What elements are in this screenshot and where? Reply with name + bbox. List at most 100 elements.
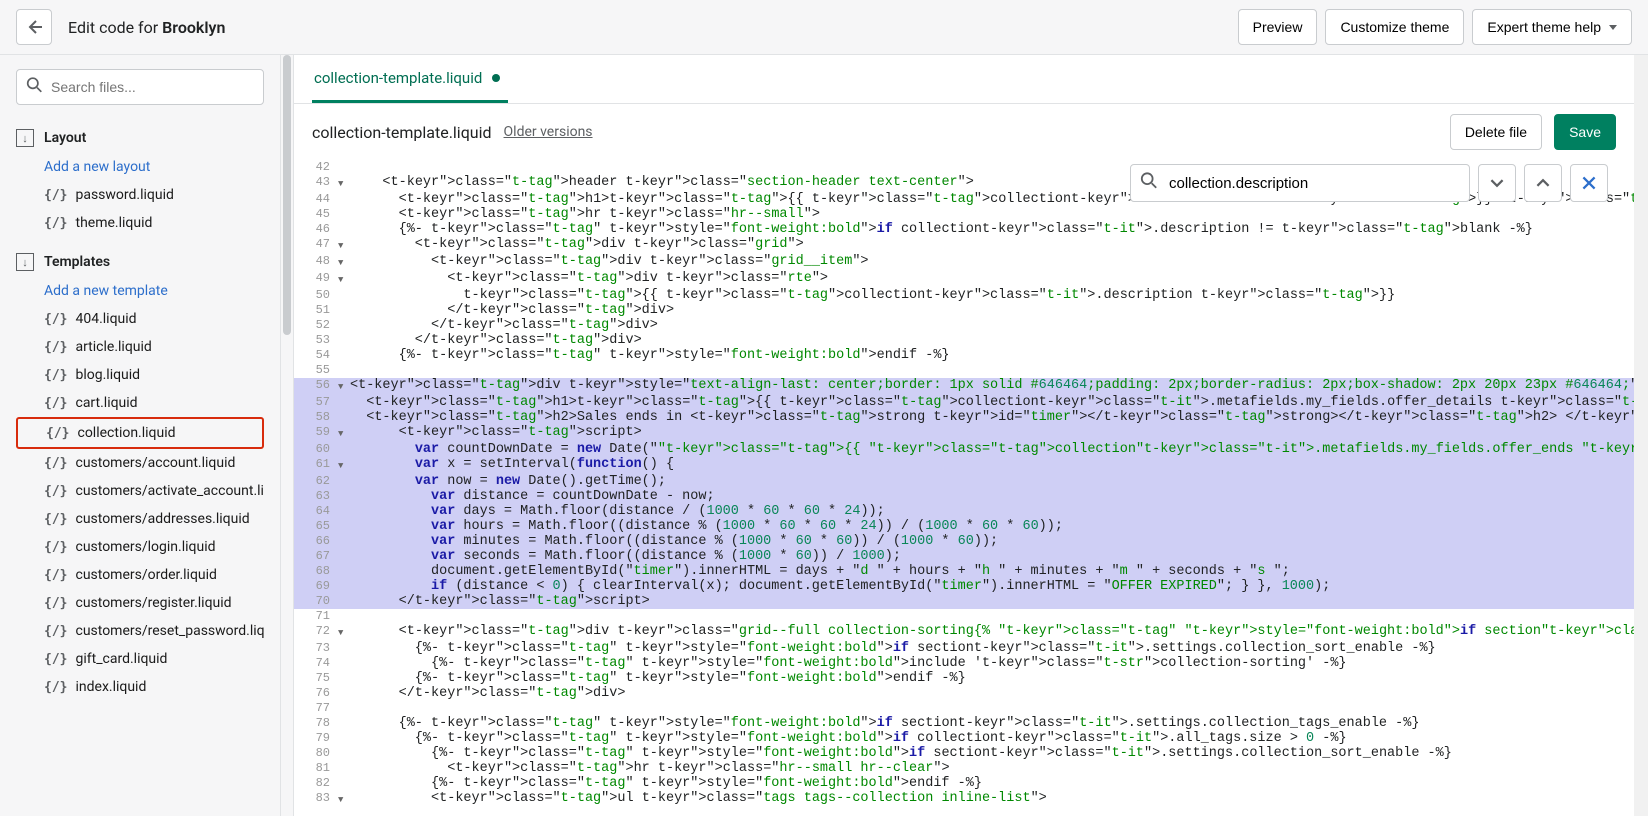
layout-section-header[interactable]: ↓ Layout	[16, 123, 264, 153]
file-article-liquid[interactable]: {/}article.liquid	[16, 333, 264, 361]
code-line[interactable]: 70 </t-keyr">class="t-tag">script>	[294, 594, 1634, 609]
code-line[interactable]: 78 {%- t-keyr">class="t-tag" t-keyr">sty…	[294, 716, 1634, 731]
search-input[interactable]	[16, 69, 264, 105]
liquid-file-icon: {/}	[44, 484, 67, 499]
file-label: index.liquid	[75, 679, 146, 695]
code-line[interactable]: 52 </t-keyr">class="t-tag">div>	[294, 318, 1634, 333]
editor-tabs: collection-template.liquid	[294, 55, 1634, 103]
file-customers-order-liquid[interactable]: {/} customers/order.liquid	[16, 561, 264, 589]
liquid-file-icon: {/}	[44, 568, 67, 583]
code-line[interactable]: 61▼ var x = setInterval(function() {	[294, 457, 1634, 474]
code-line[interactable]: 80 {%- t-keyr">class="t-tag" t-keyr">sty…	[294, 746, 1634, 761]
find-next-button[interactable]	[1478, 164, 1516, 202]
file-customers-addresses-liquid[interactable]: {/}customers/addresses.liquid	[16, 505, 264, 533]
code-line[interactable]: 51 </t-keyr">class="t-tag">div>	[294, 303, 1634, 318]
code-line[interactable]: 46 {%- t-keyr">class="t-tag" t-keyr">sty…	[294, 222, 1634, 237]
code-line[interactable]: 73 {%- t-keyr">class="t-tag" t-keyr">sty…	[294, 641, 1634, 656]
page-title: Edit code for Brooklyn	[68, 18, 1222, 37]
sidebar-splitter[interactable]	[280, 55, 294, 816]
code-line[interactable]: 55	[294, 363, 1634, 378]
file-customers-account-liquid[interactable]: {/}customers/account.liquid	[16, 449, 264, 477]
code-line[interactable]: 62 var now = new Date().getTime();	[294, 474, 1634, 489]
file-customers-register-liquid[interactable]: {/}customers/register.liquid	[16, 589, 264, 617]
file-customers-reset_password-liquid[interactable]: {/}customers/reset_password.liquid	[16, 617, 264, 645]
code-line[interactable]: 60 var countDownDate = new Date(""t-keyr…	[294, 442, 1634, 457]
code-line[interactable]: 79 {%- t-keyr">class="t-tag" t-keyr">sty…	[294, 731, 1634, 746]
code-line[interactable]: 82 {%- t-keyr">class="t-tag" t-keyr">sty…	[294, 776, 1634, 791]
code-line[interactable]: 45 <t-keyr">class="t-tag">hr t-keyr">cla…	[294, 207, 1634, 222]
code-editor[interactable]: 4243▼ <t-keyr">class="t-tag">header t-ke…	[294, 160, 1634, 816]
code-line[interactable]: 77	[294, 701, 1634, 716]
find-input[interactable]	[1130, 164, 1470, 202]
code-line[interactable]: 68 document.getElementById("timer").inne…	[294, 564, 1634, 579]
file-customers-login-liquid[interactable]: {/}customers/login.liquid	[16, 533, 264, 561]
code-line[interactable]: 48▼ <t-keyr">class="t-tag">div t-keyr">c…	[294, 254, 1634, 271]
code-line[interactable]: 71	[294, 609, 1634, 624]
code-line[interactable]: 74 {%- t-keyr">class="t-tag" t-keyr">sty…	[294, 656, 1634, 671]
liquid-file-icon: {/}	[44, 624, 67, 639]
download-icon: ↓	[16, 253, 34, 271]
code-line[interactable]: 58 <t-keyr">class="t-tag">h2>Sales ends …	[294, 410, 1634, 425]
file-label: article.liquid	[75, 339, 151, 355]
liquid-file-icon: {/}	[44, 652, 67, 667]
templates-section-header[interactable]: ↓ Templates	[16, 247, 264, 277]
unsaved-indicator-icon	[492, 74, 500, 82]
code-line[interactable]: 56▼<t-keyr">class="t-tag">div t-keyr">st…	[294, 378, 1634, 395]
code-line[interactable]: 83▼ <t-keyr">class="t-tag">ul t-keyr">cl…	[294, 791, 1634, 808]
find-prev-button[interactable]	[1524, 164, 1562, 202]
file-blog-liquid[interactable]: {/}blog.liquid	[16, 361, 264, 389]
code-line[interactable]: 65 var hours = Math.floor((distance % (1…	[294, 519, 1634, 534]
tab-collection-template[interactable]: collection-template.liquid	[312, 55, 508, 103]
code-line[interactable]: 54 {%- t-keyr">class="t-tag" t-keyr">sty…	[294, 348, 1634, 363]
templates-label: Templates	[44, 254, 110, 270]
code-line[interactable]: 64 var days = Math.floor(distance / (100…	[294, 504, 1634, 519]
code-line[interactable]: 49▼ <t-keyr">class="t-tag">div t-keyr">c…	[294, 271, 1634, 288]
file-password-liquid[interactable]: {/}password.liquid	[16, 181, 264, 209]
find-close-button[interactable]	[1570, 164, 1608, 202]
code-line[interactable]: 76 </t-keyr">class="t-tag">div>	[294, 686, 1634, 701]
code-line[interactable]: 53 </t-keyr">class="t-tag">div>	[294, 333, 1634, 348]
code-line[interactable]: 59▼ <t-keyr">class="t-tag">script>	[294, 425, 1634, 442]
customize-theme-button[interactable]: Customize theme	[1325, 9, 1464, 45]
code-line[interactable]: 67 var seconds = Math.floor((distance % …	[294, 549, 1634, 564]
file-label: theme.liquid	[75, 215, 152, 231]
file-theme-liquid[interactable]: {/}theme.liquid	[16, 209, 264, 237]
file-collection-liquid[interactable]: {/}collection.liquid	[16, 417, 264, 449]
file-404-liquid[interactable]: {/}404.liquid	[16, 305, 264, 333]
editor-scrollbar[interactable]	[1634, 55, 1648, 816]
file-gift_card-liquid[interactable]: {/} gift_card.liquid	[16, 645, 264, 673]
add-layout-link[interactable]: Add a new layout	[16, 153, 264, 181]
code-line[interactable]: 72▼ <t-keyr">class="t-tag">div t-keyr">c…	[294, 624, 1634, 641]
expert-help-button[interactable]: Expert theme help	[1472, 9, 1632, 45]
code-line[interactable]: 66 var minutes = Math.floor((distance % …	[294, 534, 1634, 549]
code-line[interactable]: 81 <t-keyr">class="t-tag">hr t-keyr">cla…	[294, 761, 1634, 776]
file-label: blog.liquid	[75, 367, 140, 383]
preview-button[interactable]: Preview	[1238, 9, 1318, 45]
liquid-file-icon: {/}	[44, 512, 67, 527]
search-files-field[interactable]	[16, 69, 264, 105]
file-label: customers/activate_account.liquid	[75, 483, 264, 499]
code-line[interactable]: 57 <t-keyr">class="t-tag">h1>t-keyr">cla…	[294, 395, 1634, 410]
file-tree-sidebar: ↓ Layout Add a new layout {/}password.li…	[0, 55, 280, 816]
code-line[interactable]: 75 {%- t-keyr">class="t-tag" t-keyr">sty…	[294, 671, 1634, 686]
back-button[interactable]	[16, 9, 52, 45]
file-index-liquid[interactable]: {/}index.liquid	[16, 673, 264, 701]
search-icon	[26, 77, 43, 98]
add-template-link[interactable]: Add a new template	[16, 277, 264, 305]
file-label: gift_card.liquid	[75, 651, 167, 667]
delete-file-button[interactable]: Delete file	[1450, 114, 1542, 150]
save-button[interactable]: Save	[1554, 114, 1616, 150]
code-line[interactable]: 63 var distance = countDownDate - now;	[294, 489, 1634, 504]
file-customers-activate_account-liquid[interactable]: {/} customers/activate_account.liquid	[16, 477, 264, 505]
code-line[interactable]: 47▼ <t-keyr">class="t-tag">div t-keyr">c…	[294, 237, 1634, 254]
open-filename: collection-template.liquid	[312, 123, 492, 142]
sidebar-scrollbar-thumb[interactable]	[283, 55, 291, 335]
older-versions-link[interactable]: Older versions	[504, 124, 593, 140]
liquid-file-icon: {/}	[44, 540, 67, 555]
main-area: ↓ Layout Add a new layout {/}password.li…	[0, 55, 1648, 816]
code-line[interactable]: 69 if (distance < 0) { clearInterval(x);…	[294, 579, 1634, 594]
file-label: customers/order.liquid	[75, 567, 216, 583]
file-cart-liquid[interactable]: {/}cart.liquid	[16, 389, 264, 417]
search-icon	[1140, 172, 1158, 195]
code-line[interactable]: 50 t-keyr">class="t-tag">{{ t-keyr">clas…	[294, 288, 1634, 303]
